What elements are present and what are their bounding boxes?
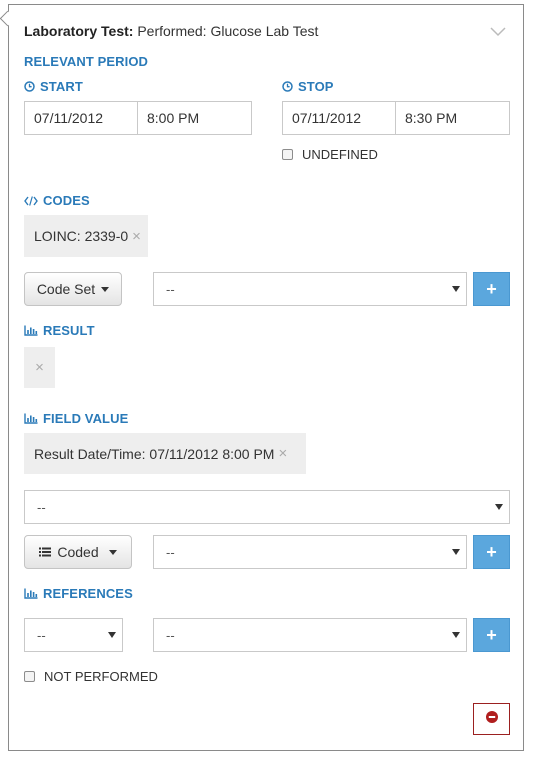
plus-icon: + [486,624,497,645]
close-icon[interactable]: × [35,359,44,376]
plus-icon: + [486,278,497,299]
start-time-input[interactable]: 8:00 PM [137,101,252,135]
relevant-period-heading: RELEVANT PERIOD [24,54,149,69]
bar-chart-icon [24,413,38,424]
field-select[interactable]: -- [24,490,510,524]
list-icon [39,544,52,560]
clock-icon [24,81,35,92]
delete-criteria-button[interactable] [473,703,510,735]
stop-heading: STOP [282,79,334,94]
start-heading: START [24,79,83,94]
code-tag: LOINC: 2339-0 × [24,215,148,257]
coded-select[interactable]: -- [153,535,467,569]
reference-target-select[interactable]: -- [153,618,467,652]
select-caret-icon [108,632,116,638]
field-value-heading: FIELD VALUE [24,411,128,426]
coded-label: Coded [57,544,99,560]
minus-circle-icon [485,710,498,728]
criteria-title: Laboratory Test: Performed: Glucose Lab … [24,23,318,39]
chevron-down-icon[interactable] [490,24,506,42]
undefined-label: UNDEFINED [302,147,378,162]
add-code-button[interactable]: + [473,272,510,306]
close-icon[interactable]: × [132,228,141,245]
codes-heading: CODES [24,193,90,208]
coded-dropdown-button[interactable]: Coded [24,535,132,569]
stop-date-input[interactable]: 07/11/2012 [282,101,396,135]
code-select[interactable]: -- [153,272,467,306]
field-value-tag: Result Date/Time: 07/11/2012 8:00 PM × [24,433,306,474]
not-performed-label: NOT PERFORMED [44,669,158,684]
code-tag-label: LOINC: 2339-0 [34,228,129,244]
code-set-dropdown-button[interactable]: Code Set [24,272,122,306]
clock-icon [282,81,293,92]
caret-down-icon [101,286,110,292]
add-field-value-button[interactable]: + [473,535,510,569]
result-heading: RESULT [24,323,95,338]
select-caret-icon [452,549,460,555]
select-caret-icon [452,286,460,292]
start-date-input[interactable]: 07/11/2012 [24,101,138,135]
bar-chart-icon [24,325,38,336]
close-icon[interactable]: × [278,445,287,462]
references-heading: REFERENCES [24,586,133,601]
reference-type-select[interactable]: -- [24,618,123,652]
code-set-label: Code Set [36,281,96,297]
undefined-checkbox[interactable] [282,149,293,160]
stop-time-input[interactable]: 8:30 PM [395,101,510,135]
not-performed-checkbox[interactable] [24,671,35,682]
code-icon [24,195,38,206]
add-reference-button[interactable]: + [473,618,510,652]
criteria-type: Laboratory Test: [24,23,134,39]
select-caret-icon [495,504,503,510]
bar-chart-icon [24,588,38,599]
caret-down-icon [108,549,117,555]
plus-icon: + [486,541,497,562]
result-tag: × [24,347,55,388]
field-value-tag-label: Result Date/Time: 07/11/2012 8:00 PM [34,445,275,462]
criteria-description: Performed: Glucose Lab Test [133,23,319,39]
select-caret-icon [452,632,460,638]
